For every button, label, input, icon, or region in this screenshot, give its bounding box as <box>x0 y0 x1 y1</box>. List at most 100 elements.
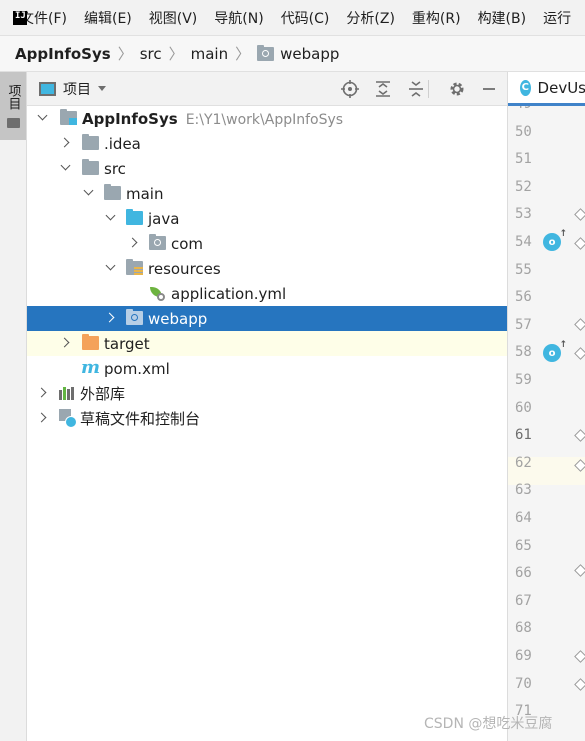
hide-panel-icon[interactable] <box>480 80 498 98</box>
locate-file-icon[interactable] <box>341 80 359 98</box>
breadcrumb-src[interactable]: src <box>140 45 162 63</box>
tree-row-idea[interactable]: .idea <box>27 131 507 156</box>
menu-bar: IJ 文件(F) 编辑(E) 视图(V) 导航(N) 代码(C) 分析(Z) 重… <box>0 0 585 36</box>
chevron-down-icon[interactable] <box>37 113 47 123</box>
breadcrumb-separator-icon: 〉 <box>117 45 133 63</box>
line-number: 64 <box>515 510 532 526</box>
tree-row-root[interactable]: AppInfoSys E:\Y1\work\AppInfoSys <box>27 106 507 131</box>
menu-file[interactable]: 文件(F) <box>20 8 67 28</box>
line-number: 52 <box>515 178 532 195</box>
tree-row-scratches[interactable]: 草稿文件和控制台 <box>27 406 507 431</box>
tree-row-pom[interactable]: m pom.xml <box>27 356 507 381</box>
dropdown-caret-icon[interactable] <box>98 86 106 91</box>
tree-row-application-yml[interactable]: application.yml <box>27 281 507 306</box>
chevron-down-icon[interactable] <box>83 188 93 198</box>
fold-marker-icon[interactable] <box>574 347 585 360</box>
tree-label-scratches: 草稿文件和控制台 <box>80 410 201 428</box>
project-tree: AppInfoSys E:\Y1\work\AppInfoSys .idea sr… <box>27 106 507 741</box>
fold-marker-icon[interactable] <box>574 318 585 331</box>
override-method-icon[interactable]: o <box>543 229 567 251</box>
breadcrumb-main[interactable]: main <box>191 45 228 63</box>
root-project-path: E:\Y1\work\AppInfoSys <box>185 111 344 128</box>
line-number: 63 <box>515 482 532 499</box>
menu-refactor[interactable]: 重构(R) <box>412 8 461 28</box>
chevron-down-icon[interactable] <box>60 163 70 173</box>
project-view-selector[interactable]: 项目 <box>63 79 91 99</box>
tree-row-src[interactable]: src <box>27 156 507 181</box>
line-number: 60 <box>515 399 532 416</box>
line-number-gutter: o o 49 50 51 52 53 54 55 56 57 58 59 60 61 62 63 64 65 66… <box>508 106 585 741</box>
chevron-right-icon[interactable] <box>60 138 70 148</box>
menu-code[interactable]: 代码(C) <box>281 8 330 28</box>
fold-marker-icon[interactable] <box>574 678 585 691</box>
chevron-right-icon[interactable] <box>37 413 47 423</box>
expand-all-icon[interactable] <box>374 80 392 98</box>
editor-area: C DevUs o o 49 50 51 52 53 54 55 56 57 58 59 60 61 62… <box>507 72 585 741</box>
fold-marker-icon[interactable] <box>574 650 585 663</box>
breadcrumb-project[interactable]: AppInfoSys <box>15 45 111 63</box>
tree-row-resources[interactable]: resources <box>27 256 507 281</box>
fold-marker-icon[interactable] <box>574 208 585 221</box>
chevron-right-icon[interactable] <box>60 338 70 348</box>
chevron-down-icon[interactable] <box>105 213 115 223</box>
scratches-clock-icon <box>59 409 77 428</box>
line-number: 69 <box>515 648 532 664</box>
menu-view[interactable]: 视图(V) <box>149 8 198 28</box>
line-number: 67 <box>515 592 532 609</box>
line-number: 68 <box>515 620 532 637</box>
line-number: 70 <box>515 675 532 692</box>
menu-edit[interactable]: 编辑(E) <box>84 8 132 28</box>
tree-label-target: target <box>104 334 150 353</box>
line-number: 58 <box>515 344 532 361</box>
gear-icon[interactable] <box>448 80 466 98</box>
line-number: 61 <box>515 427 532 444</box>
override-method-icon[interactable]: o <box>543 340 567 362</box>
chevron-down-icon[interactable] <box>105 263 115 273</box>
line-number: 56 <box>515 289 532 306</box>
line-number: 57 <box>515 316 532 333</box>
tree-row-com[interactable]: com <box>27 231 507 256</box>
tree-row-main[interactable]: main <box>27 181 507 206</box>
line-number: 65 <box>515 537 532 554</box>
fold-marker-icon[interactable] <box>574 564 585 577</box>
tree-row-java[interactable]: java <box>27 206 507 231</box>
tree-label-application-yml: application.yml <box>171 284 287 303</box>
menu-run[interactable]: 运行 <box>543 8 571 28</box>
chevron-right-icon[interactable] <box>105 313 115 323</box>
project-tool-window-tab[interactable]: 项目 <box>0 72 26 140</box>
line-number: 66 <box>515 565 532 582</box>
tree-label-resources: resources <box>148 259 221 278</box>
menu-navigate[interactable]: 导航(N) <box>214 8 263 28</box>
chevron-right-icon[interactable] <box>37 388 47 398</box>
tree-row-target[interactable]: target <box>27 331 507 356</box>
chevron-right-icon[interactable] <box>128 238 138 248</box>
left-tool-stripe: 项目 <box>0 72 27 741</box>
line-number: 59 <box>515 372 532 388</box>
fold-marker-icon[interactable] <box>574 237 585 250</box>
breadcrumb-separator-icon: 〉 <box>168 45 184 63</box>
tree-label-root: AppInfoSys E:\Y1\work\AppInfoSys <box>82 110 343 128</box>
project-view-icon <box>39 81 56 96</box>
tree-label-com: com <box>171 234 204 253</box>
tree-row-webapp[interactable]: webapp <box>27 306 507 331</box>
breadcrumb-separator-icon: 〉 <box>235 45 251 63</box>
breadcrumb-webapp[interactable]: webapp <box>280 45 339 63</box>
resources-folder-icon <box>126 259 143 275</box>
fold-marker-icon[interactable] <box>574 429 585 442</box>
watermark: CSDN @想吃米豆腐 <box>424 716 553 732</box>
tree-row-external-libraries[interactable]: 外部库 <box>27 381 507 406</box>
folder-icon <box>6 118 20 128</box>
library-icon <box>59 386 76 400</box>
menu-build[interactable]: 构建(B) <box>478 8 527 28</box>
toolbar-divider <box>428 80 429 98</box>
line-number: 53 <box>515 206 532 223</box>
editor-tab-devus[interactable]: C DevUs <box>508 72 585 106</box>
line-number: 50 <box>515 123 532 140</box>
folder-icon <box>82 159 99 175</box>
menu-analyze[interactable]: 分析(Z) <box>346 8 395 28</box>
module-folder-icon <box>60 109 77 125</box>
class-icon: C <box>520 79 531 96</box>
project-tab-label: 项目 <box>5 84 21 110</box>
collapse-all-icon[interactable] <box>407 80 425 98</box>
editor-tab-bar: C DevUs <box>508 72 585 106</box>
